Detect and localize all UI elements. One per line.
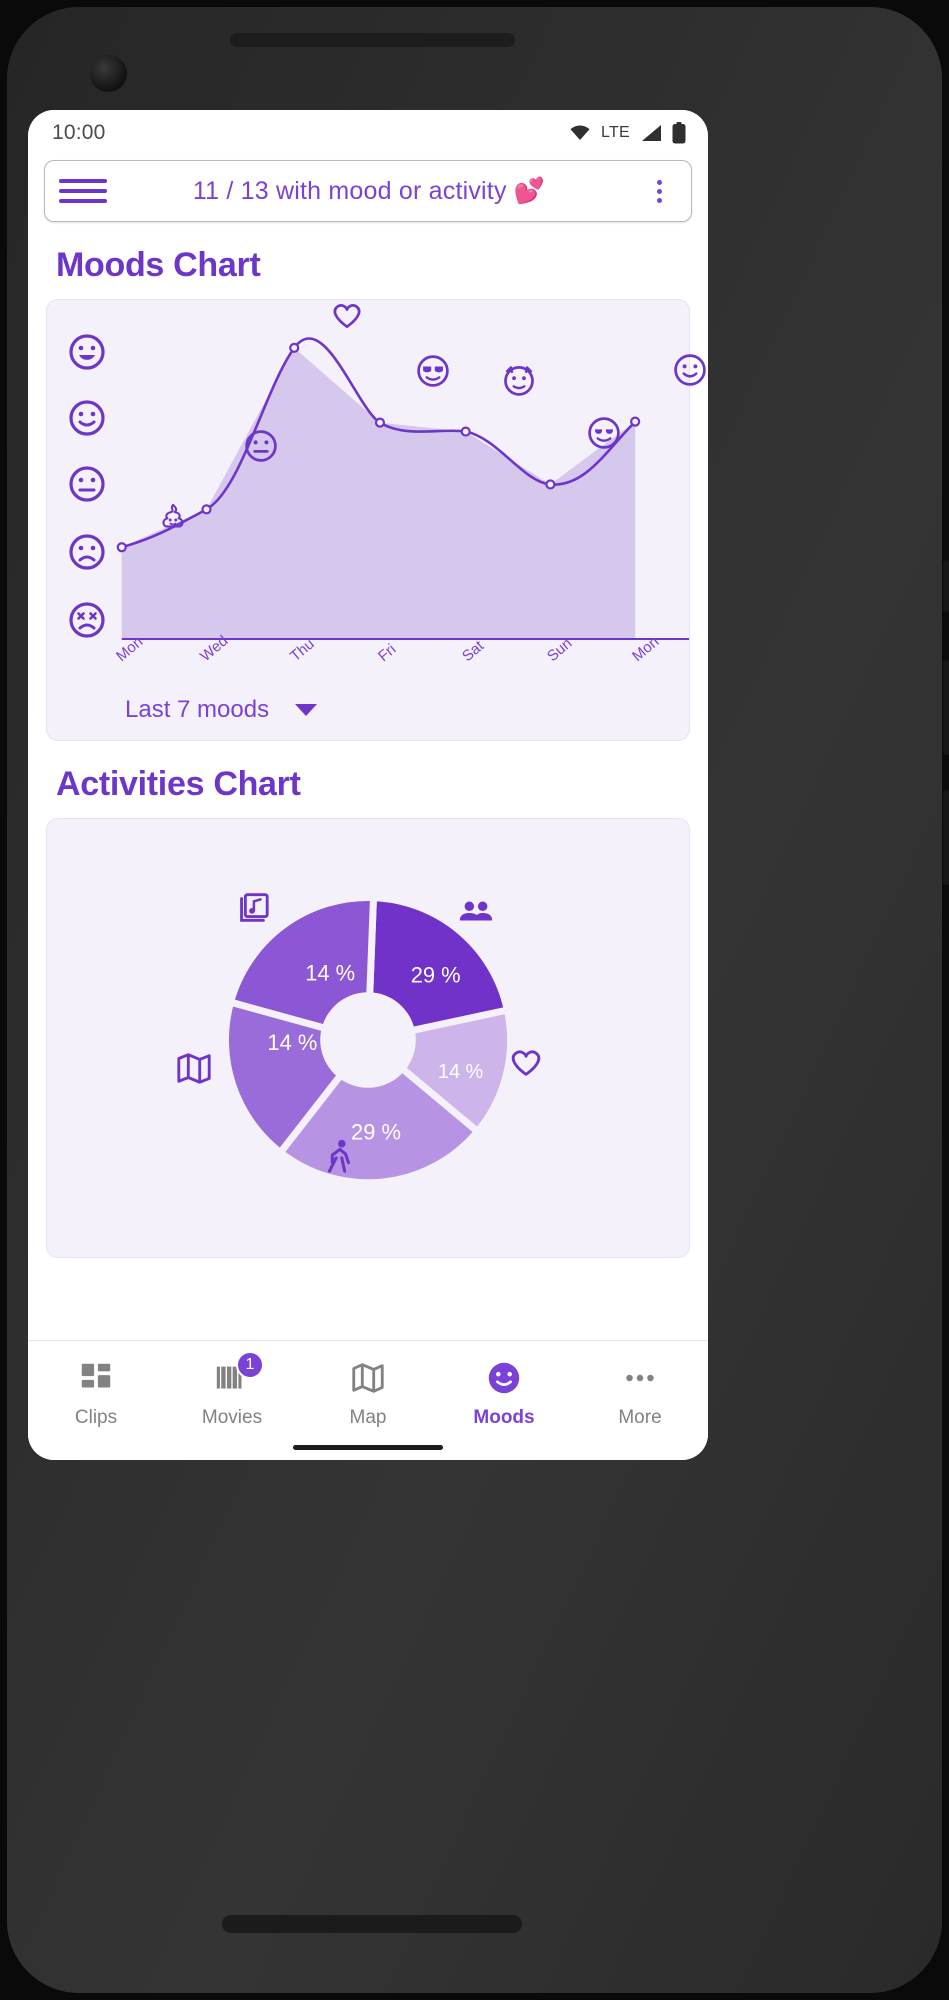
music-photos-icon [240, 893, 269, 922]
phone-side-button-volume-up [943, 660, 949, 755]
heart-icon [511, 1050, 541, 1076]
moods-range-label: Last 7 moods [125, 696, 270, 723]
nav-label-moods: Moods [473, 1407, 535, 1428]
grid-clips-icon [81, 1363, 111, 1388]
movies-badge: 1 [236, 1351, 264, 1379]
phone-front-camera [90, 55, 127, 92]
wifi-icon [570, 125, 590, 140]
status-icons-group: LTE [568, 122, 686, 144]
heart-icon [333, 304, 361, 329]
phone-side-button-volume-down [943, 790, 949, 885]
phone-earpiece [230, 33, 515, 47]
pie-slice-value-0: 29 % [411, 962, 461, 987]
devil-icon [504, 366, 534, 396]
nav-label-clips: Clips [74, 1407, 118, 1428]
home-indicator [293, 1445, 443, 1450]
pie-slice-value-1: 14 % [438, 1061, 483, 1083]
smiley-icon [674, 354, 706, 386]
nav-item-more[interactable]: More [572, 1359, 708, 1429]
chevron-down-icon [295, 704, 318, 716]
app-bar: 11 / 13 with mood or activity 💕 [44, 160, 692, 222]
app-bar-title: 11 / 13 with mood or activity 💕 [192, 176, 546, 205]
nav-item-clips[interactable]: Clips [28, 1359, 164, 1429]
app-bar-container: 11 / 13 with mood or activity 💕 [28, 156, 708, 222]
ellipsis-icon [626, 1374, 654, 1382]
running-icon [327, 1139, 350, 1173]
people-icon [459, 901, 493, 921]
nav-label-map: Map [349, 1407, 387, 1428]
app-screen: 10:00 LTE 11 / 13 with mood or activity … [28, 110, 708, 1460]
nav-item-moods[interactable]: Moods [436, 1359, 572, 1429]
map-icon [177, 1053, 211, 1084]
pie-slice-value-3: 14 % [267, 1030, 317, 1055]
moods-chart-heading: Moods Chart [56, 246, 261, 284]
nav-item-map[interactable]: Map [300, 1359, 436, 1429]
signal-icon [642, 125, 661, 141]
pie-slice-value-2: 29 % [351, 1120, 401, 1145]
neutral-icon [245, 430, 277, 462]
pie-slice-value-4: 14 % [305, 960, 355, 985]
activities-chart-heading: Activities Chart [56, 765, 301, 803]
battery-icon [672, 122, 686, 144]
status-time: 10:00 [52, 121, 106, 144]
hamburger-menu-icon[interactable] [59, 179, 107, 203]
nav-item-movies[interactable]: 1 Movies [164, 1351, 300, 1429]
activities-chart-card: 29 % 14 % 29 % 14 % 14 % [46, 818, 690, 1258]
map-icon [352, 1363, 384, 1393]
bottom-navigation-bar: Clips 1 Movies Map Moods More [28, 1340, 708, 1460]
network-type-label: LTE [600, 124, 630, 141]
phone-side-button-power [943, 560, 949, 612]
cool-icon [588, 417, 620, 449]
kebab-menu-icon[interactable] [637, 179, 681, 203]
smiley-icon [488, 1362, 520, 1394]
sunglasses-icon [417, 355, 449, 387]
phone-mockup: 10:00 LTE 11 / 13 with mood or activity … [0, 0, 949, 2000]
activities-pie-chart: 29 % 14 % 29 % 14 % 14 % [221, 894, 515, 1187]
poop-icon [162, 503, 184, 528]
nav-label-more: More [618, 1407, 662, 1428]
moods-chart-card: Mon Wed Thu Fri Sat Sun Mon Last 7 moods [46, 299, 706, 741]
phone-speaker [222, 1915, 522, 1933]
nav-label-movies: Movies [201, 1407, 263, 1428]
moods-area-chart [116, 337, 689, 640]
moods-range-dropdown[interactable]: Last 7 moods [125, 696, 318, 724]
status-bar: 10:00 LTE [28, 110, 708, 156]
